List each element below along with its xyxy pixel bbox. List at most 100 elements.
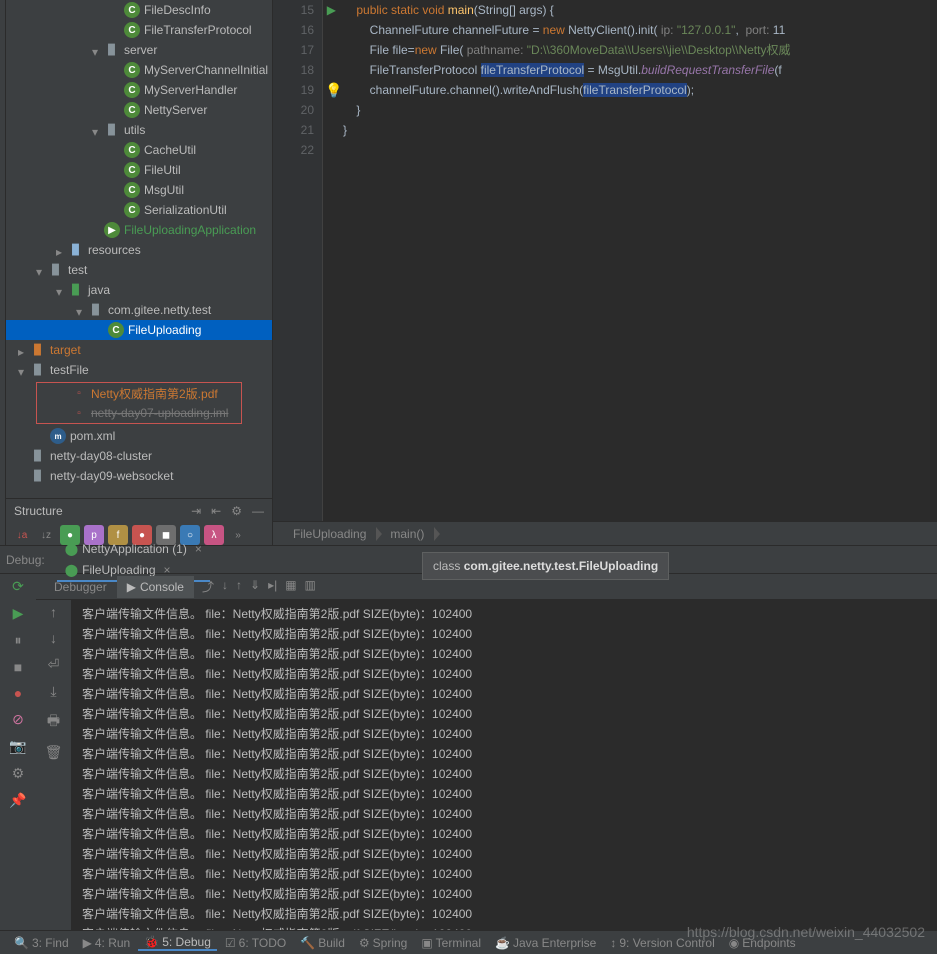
bb-icon: 🐞 xyxy=(144,935,159,949)
console-output[interactable]: 客户端传输文件信息。 file：Netty权威指南第2版.pdf SIZE(by… xyxy=(72,600,937,948)
folder-test-icon: ▉ xyxy=(68,282,84,298)
tree-item-testFile[interactable]: ▉testFile xyxy=(6,360,272,380)
camera-icon[interactable]: 📷 xyxy=(9,738,26,755)
project-tree[interactable]: CFileDescInfo C FileTransferProtocol ▉serve… xyxy=(6,0,273,545)
breadcrumb-class[interactable]: FileUploading xyxy=(283,523,376,545)
sort-z-icon[interactable]: ↓z xyxy=(36,525,56,545)
breakpoints-icon[interactable]: ● xyxy=(14,685,22,701)
tree-item-MyServerChannelInitial[interactable]: CMyServerChannelInitial xyxy=(6,60,272,80)
debug-side-toolbar: ⟳ ▶ ⏸ ■ ● ⊘ 📷 ⚙ 📌 xyxy=(0,574,36,948)
bottombar-Build[interactable]: 🔨Build xyxy=(294,936,351,950)
bottombar-Find[interactable]: 🔍3: Find xyxy=(8,936,75,950)
tree-item-nettyday09websocket[interactable]: ▉netty-day09-websocket xyxy=(6,466,272,486)
resume-icon[interactable]: ▶ xyxy=(13,605,24,622)
run-cursor-icon[interactable]: ▸| xyxy=(268,578,277,595)
tree-item-pomxml[interactable]: mpom.xml xyxy=(6,426,272,446)
close-icon[interactable]: × xyxy=(195,542,202,556)
clear-icon[interactable]: 🗑 xyxy=(45,744,63,761)
class-icon: C xyxy=(124,162,140,178)
tree-item-SerializationUtil[interactable]: CSerializationUtil xyxy=(6,200,272,220)
tree-item-nettyday07uploadingiml[interactable]: ▫netty-day07-uploading.iml xyxy=(37,403,241,423)
tree-item-FileUploading[interactable]: CFileUploading xyxy=(6,320,272,340)
tree-item-FileDescInfo[interactable]: CFileDescInfo xyxy=(6,0,272,20)
step-out-icon[interactable]: ↑ xyxy=(236,578,242,595)
bottombar-Debug[interactable]: 🐞5: Debug xyxy=(138,935,217,951)
gear-icon[interactable]: ⚙ xyxy=(231,504,242,518)
rerun-icon[interactable]: ⟳ xyxy=(12,578,24,595)
more-icon[interactable]: » xyxy=(228,525,248,545)
up-icon[interactable]: ↑ xyxy=(50,604,57,620)
wrap-icon[interactable]: ⏎ xyxy=(48,656,60,673)
bottombar-Run[interactable]: ▶4: Run xyxy=(77,936,137,950)
highlighted-files: ▫Netty权威指南第2版.pdf▫netty-day07-uploading.… xyxy=(36,382,242,424)
tree-item-test[interactable]: ▉test xyxy=(6,260,272,280)
structure-title: Structure xyxy=(14,504,63,518)
line-gutter[interactable]: 15▶16171819202122 xyxy=(273,0,323,521)
tree-item-target[interactable]: ▉target xyxy=(6,340,272,360)
chevron-icon[interactable] xyxy=(18,345,28,355)
tree-label: netty-day09-websocket xyxy=(50,469,173,483)
structure-expand-icon[interactable]: ⇥ xyxy=(191,504,201,518)
tree-item-NettyServer[interactable]: CNettyServer xyxy=(6,100,272,120)
chevron-icon[interactable] xyxy=(56,245,66,255)
stop-icon[interactable]: ■ xyxy=(14,659,22,675)
tree-item-FileUploadingApplication[interactable]: ▶FileUploadingApplication xyxy=(6,220,272,240)
step-over-icon[interactable]: ⤴ xyxy=(202,578,214,595)
bottombar-TODO[interactable]: ☑6: TODO xyxy=(219,936,292,950)
class-icon: C xyxy=(124,22,140,38)
tree-item-FileTransferProtocol[interactable]: C FileTransferProtocol xyxy=(6,20,272,40)
bottombar-Spring[interactable]: ⚙Spring xyxy=(353,936,413,950)
structure-collapse-icon[interactable]: ⇤ xyxy=(211,504,221,518)
breadcrumb-method[interactable]: main() xyxy=(380,523,434,545)
pause-icon[interactable]: ⏸ xyxy=(15,632,22,649)
tree-label: test xyxy=(68,263,87,277)
chevron-icon[interactable] xyxy=(56,285,66,295)
mute-bp-icon[interactable]: ⊘ xyxy=(12,711,24,728)
tree-item-resources[interactable]: ▉resources xyxy=(6,240,272,260)
chevron-icon[interactable] xyxy=(36,265,46,275)
folder-src-icon: ▉ xyxy=(68,242,84,258)
bottombar-Terminal[interactable]: ▣Terminal xyxy=(415,936,487,950)
bb-icon: 🔨 xyxy=(300,936,315,950)
tree-label: netty-day08-cluster xyxy=(50,449,152,463)
intention-bulb-icon[interactable]: 💡 xyxy=(325,80,342,100)
step-force-icon[interactable]: ⇓ xyxy=(250,578,260,595)
scroll-end-icon[interactable]: ⤓ xyxy=(50,683,56,700)
subtab-Debugger[interactable]: Debugger xyxy=(44,576,117,598)
debug-tab-NettyApplication[interactable]: ⬤NettyApplication (1)× xyxy=(57,538,210,560)
chevron-icon[interactable] xyxy=(18,365,28,375)
bottombar-JavaEnterprise[interactable]: ☕Java Enterprise xyxy=(489,936,602,950)
layout2-icon[interactable]: ▥ xyxy=(305,578,316,595)
tree-label: FileTransferProtocol xyxy=(144,23,252,37)
tree-item-FileUtil[interactable]: CFileUtil xyxy=(6,160,272,180)
tree-item-server[interactable]: ▉server xyxy=(6,40,272,60)
tree-item-MyServerHandler[interactable]: CMyServerHandler xyxy=(6,80,272,100)
tree-item-comgiteenettytest[interactable]: ▉com.gitee.netty.test xyxy=(6,300,272,320)
layout-icon[interactable]: ▦ xyxy=(285,578,296,595)
print-icon[interactable]: 🖶 xyxy=(47,710,60,734)
pin-icon[interactable]: 📌 xyxy=(9,792,26,809)
step-into-icon[interactable]: ↓ xyxy=(222,578,228,595)
chevron-icon[interactable] xyxy=(92,125,102,135)
bb-icon: ☕ xyxy=(495,936,510,950)
down-icon[interactable]: ↓ xyxy=(50,630,57,646)
minimize-icon[interactable]: — xyxy=(252,504,264,518)
tree-item-CacheUtil[interactable]: CCacheUtil xyxy=(6,140,272,160)
sort-alpha-icon[interactable]: ↓a xyxy=(12,525,32,545)
subtab-Console[interactable]: ▶ Console xyxy=(117,576,194,598)
tree-item-nettyday08cluster[interactable]: ▉netty-day08-cluster xyxy=(6,446,272,466)
folder-icon: ▉ xyxy=(104,42,120,58)
run-gutter-icon[interactable]: ▶ xyxy=(327,0,336,20)
code-body[interactable]: public static void main(String[] args) {… xyxy=(323,0,790,521)
tree-item-MsgUtil[interactable]: CMsgUtil xyxy=(6,180,272,200)
breadcrumb-bar[interactable]: FileUploading main() xyxy=(273,521,937,545)
tree-item-Netty2pdf[interactable]: ▫Netty权威指南第2版.pdf xyxy=(37,383,241,403)
editor[interactable]: 15▶16171819202122 💡 public static void m… xyxy=(273,0,937,545)
tree-item-java[interactable]: ▉java xyxy=(6,280,272,300)
bb-icon: ☑ xyxy=(225,936,236,950)
settings-icon[interactable]: ⚙ xyxy=(12,765,25,782)
chevron-icon[interactable] xyxy=(76,305,86,315)
tree-label: MyServerHandler xyxy=(144,83,237,97)
chevron-icon[interactable] xyxy=(92,45,102,55)
tree-item-utils[interactable]: ▉utils xyxy=(6,120,272,140)
